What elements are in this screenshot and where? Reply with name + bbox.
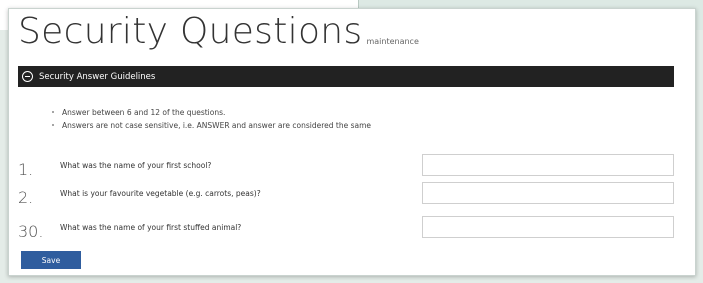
answer-input[interactable] xyxy=(422,154,674,176)
answer-input[interactable] xyxy=(422,182,674,204)
page-title: Security Questions xyxy=(18,11,363,52)
collapse-icon[interactable] xyxy=(22,71,33,82)
guidelines-list: Answer between 6 and 12 of the questions… xyxy=(52,106,371,132)
answer-input[interactable] xyxy=(422,216,674,238)
guideline-item: Answer between 6 and 12 of the questions… xyxy=(52,106,371,119)
question-number: 2. xyxy=(18,188,34,207)
question-text: What was the name of your first school? xyxy=(60,161,212,170)
question-number: 1. xyxy=(18,160,34,179)
question-text: What was the name of your first stuffed … xyxy=(60,223,242,232)
question-text: What is your favourite vegetable (e.g. c… xyxy=(60,189,261,198)
question-row: 2. What is your favourite vegetable (e.g… xyxy=(18,182,674,206)
page-header: Security Questions maintenance xyxy=(18,14,419,50)
question-row: 1. What was the name of your first schoo… xyxy=(18,154,674,178)
question-number: 30. xyxy=(18,222,44,241)
page-subtitle: maintenance xyxy=(366,37,419,46)
guidelines-section-header[interactable]: Security Answer Guidelines xyxy=(18,66,674,87)
section-header-label: Security Answer Guidelines xyxy=(39,71,156,82)
guideline-item: Answers are not case sensitive, i.e. ANS… xyxy=(52,119,371,132)
question-row: 30. What was the name of your first stuf… xyxy=(18,216,674,240)
save-button[interactable]: Save xyxy=(21,251,81,269)
